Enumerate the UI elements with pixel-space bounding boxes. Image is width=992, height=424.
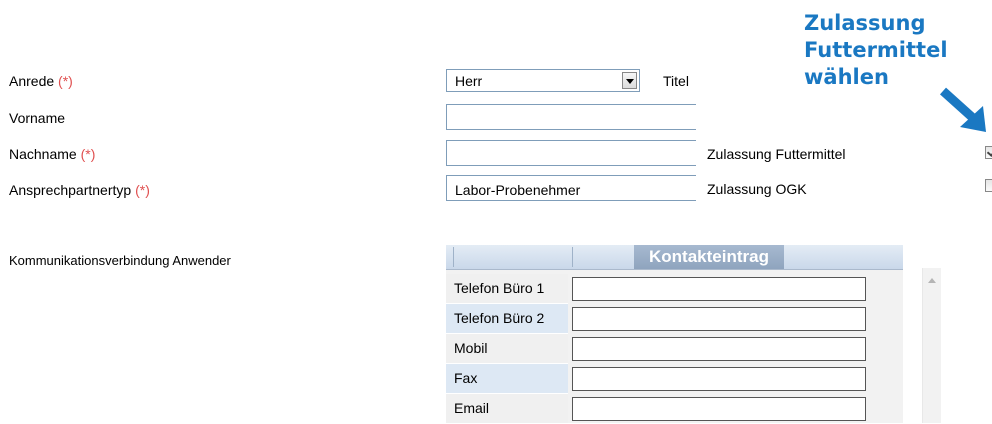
anrede-select-value: Herr	[455, 73, 483, 89]
callout-text: Zulassung Futtermittel wählen	[804, 10, 948, 91]
contact-row-label: Fax	[446, 364, 568, 394]
column-divider	[453, 247, 454, 267]
telefon-buero-2-input[interactable]	[572, 307, 866, 331]
grid-scrollbar[interactable]	[922, 268, 941, 423]
titel-label: Titel	[663, 73, 689, 89]
required-marker: (*)	[80, 146, 96, 162]
callout-line: Zulassung	[804, 11, 926, 35]
vorname-label: Vorname	[9, 110, 66, 126]
nachname-label-text: Nachname	[9, 146, 77, 162]
zulassung-futtermittel-checkbox[interactable]	[985, 146, 992, 159]
ansprechpartnertyp-label-text: Ansprechpartnertyp	[9, 182, 132, 198]
kommunikation-label: Kommunikationsverbindung Anwender	[9, 253, 231, 268]
required-marker: (*)	[135, 182, 150, 198]
contact-grid-header: Kontakteintrag	[446, 245, 903, 270]
contact-row: Email	[446, 394, 903, 424]
zulassung-futtermittel-label: Zulassung Futtermittel	[707, 146, 846, 162]
callout-line: Futtermittel	[804, 38, 948, 62]
contact-row: Telefon Büro 1	[446, 274, 903, 304]
contact-row-label: Email	[446, 394, 568, 424]
chevron-down-icon[interactable]	[622, 72, 637, 89]
fax-input[interactable]	[572, 367, 866, 391]
contact-grid-title: Kontakteintrag	[634, 245, 784, 269]
contact-row-label: Mobil	[446, 334, 568, 364]
contact-row: Telefon Büro 2	[446, 304, 903, 334]
nachname-input[interactable]	[446, 140, 696, 166]
callout-line: wählen	[804, 65, 889, 89]
anrede-select[interactable]: Herr	[446, 69, 640, 92]
vorname-input[interactable]	[446, 104, 696, 130]
contact-row-label: Telefon Büro 2	[446, 304, 568, 334]
telefon-buero-1-input[interactable]	[572, 277, 866, 301]
zulassung-ogk-checkbox[interactable]	[985, 179, 992, 192]
anrede-label: Anrede (*)	[9, 73, 73, 89]
email-input[interactable]	[572, 397, 866, 421]
contact-grid: Kontakteintrag Telefon Büro 1 Telefon Bü…	[446, 245, 903, 424]
mobil-input[interactable]	[572, 337, 866, 361]
column-divider	[572, 247, 573, 267]
zulassung-ogk-label: Zulassung OGK	[707, 181, 807, 197]
contact-row: Mobil	[446, 334, 903, 364]
arrow-down-right-icon	[939, 87, 986, 132]
contact-row: Fax	[446, 364, 903, 394]
required-marker: (*)	[58, 73, 73, 89]
scroll-up-icon[interactable]	[928, 278, 936, 283]
contact-row-label: Telefon Büro 1	[446, 274, 568, 304]
ansprechpartnertyp-input[interactable]: Labor-Probenehmer	[446, 175, 696, 201]
anrede-label-text: Anrede	[9, 73, 55, 89]
nachname-label: Nachname (*)	[9, 146, 95, 162]
ansprechpartnertyp-label: Ansprechpartnertyp (*)	[9, 182, 150, 198]
